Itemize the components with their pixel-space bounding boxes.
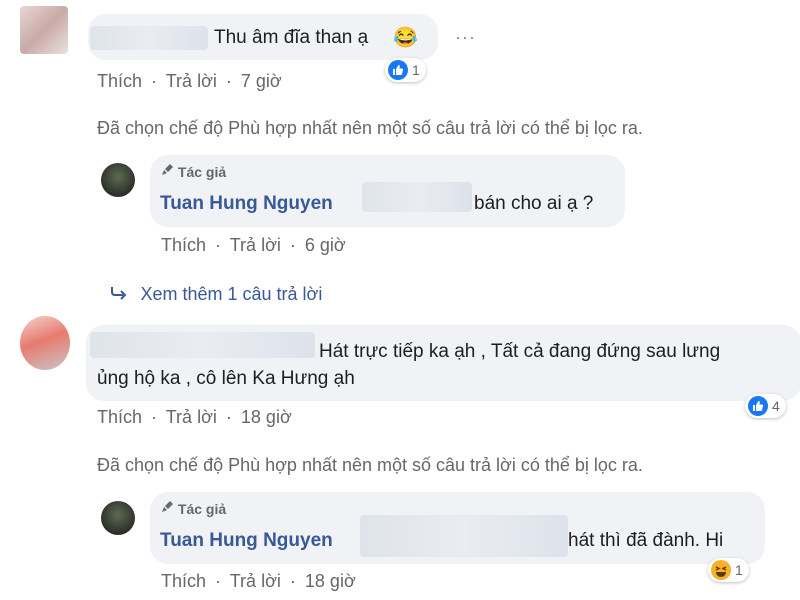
reply-arrow-icon [110, 286, 128, 305]
like-reaction-icon [388, 60, 408, 80]
commenter-avatar-1[interactable] [20, 6, 68, 54]
more-options-icon[interactable]: ··· [455, 27, 476, 48]
filter-note-2: Đã chọn chế độ Phù hợp nhất nên một số c… [97, 455, 643, 475]
author-avatar-1[interactable] [101, 163, 135, 197]
comment-text-1: Thu âm đĩa than ạ [214, 27, 369, 48]
view-more-replies[interactable]: Xem thêm 1 câu trả lời [110, 284, 322, 305]
author-avatar-2[interactable] [101, 501, 135, 535]
view-more-replies-label[interactable]: Xem thêm 1 câu trả lời [140, 284, 322, 304]
reply-actions-2: Thích · Trả lời · 18 giờ [161, 571, 356, 591]
comment-actions-1: Thích · Trả lời · 7 giờ [97, 71, 282, 91]
like-link[interactable]: Thích [97, 407, 142, 427]
like-link[interactable]: Thích [161, 235, 206, 255]
reply-text-1: bán cho ai ạ ? [474, 193, 594, 214]
reply-author-name-2[interactable]: Tuan Hung Nguyen [160, 530, 333, 552]
blurred-mention-1 [362, 182, 472, 212]
comment-actions-2: Thích · Trả lời · 18 giờ [97, 407, 292, 427]
laughing-emoji-icon: 😂 [393, 27, 418, 49]
like-link[interactable]: Thích [97, 71, 142, 91]
comment-time[interactable]: 18 giờ [305, 571, 356, 591]
reply-text-2: hát thì đã đành. Hi [568, 530, 724, 551]
reaction-count-2: 4 [772, 398, 780, 414]
comment-time[interactable]: 18 giờ [241, 407, 292, 427]
reply-author-name-1[interactable]: Tuan Hung Nguyen [160, 193, 333, 215]
reaction-badge-1[interactable]: 1 [385, 58, 426, 82]
author-badge-1: Tác giả [160, 163, 226, 180]
comment-text-2-line1: Hát trực tiếp ka ạh , Tất cả đang đứng s… [319, 341, 721, 362]
comment-time[interactable]: 7 giờ [241, 71, 282, 91]
reaction-count-3: 1 [735, 562, 743, 578]
reply-actions-1: Thích · Trả lời · 6 giờ [161, 235, 346, 255]
blurred-mention-2 [360, 515, 568, 557]
reply-link[interactable]: Trả lời [166, 71, 217, 91]
author-badge-icon [160, 500, 174, 517]
like-reaction-icon [748, 396, 768, 416]
author-badge-2: Tác giả [160, 500, 226, 517]
reply-link[interactable]: Trả lời [230, 571, 281, 591]
comment-text-2-line2: ủng hộ ka , cô lên Ka Hưng ạh [97, 368, 355, 389]
like-link[interactable]: Thích [161, 571, 206, 591]
reply-link[interactable]: Trả lời [166, 407, 217, 427]
author-badge-icon [160, 163, 174, 180]
reaction-count-1: 1 [412, 62, 420, 78]
comment-time[interactable]: 6 giờ [305, 235, 346, 255]
filter-note-1: Đã chọn chế độ Phù hợp nhất nên một số c… [97, 118, 643, 138]
author-badge-label: Tác giả [177, 164, 227, 180]
author-badge-label: Tác giả [177, 501, 227, 517]
haha-reaction-icon [711, 560, 731, 580]
reaction-badge-2[interactable]: 4 [745, 394, 786, 418]
reply-link[interactable]: Trả lời [230, 235, 281, 255]
commenter-avatar-2[interactable] [20, 316, 70, 370]
blurred-commenter-name-2 [90, 332, 315, 358]
blurred-commenter-name-1 [90, 26, 208, 50]
reaction-badge-3[interactable]: 1 [708, 558, 749, 582]
